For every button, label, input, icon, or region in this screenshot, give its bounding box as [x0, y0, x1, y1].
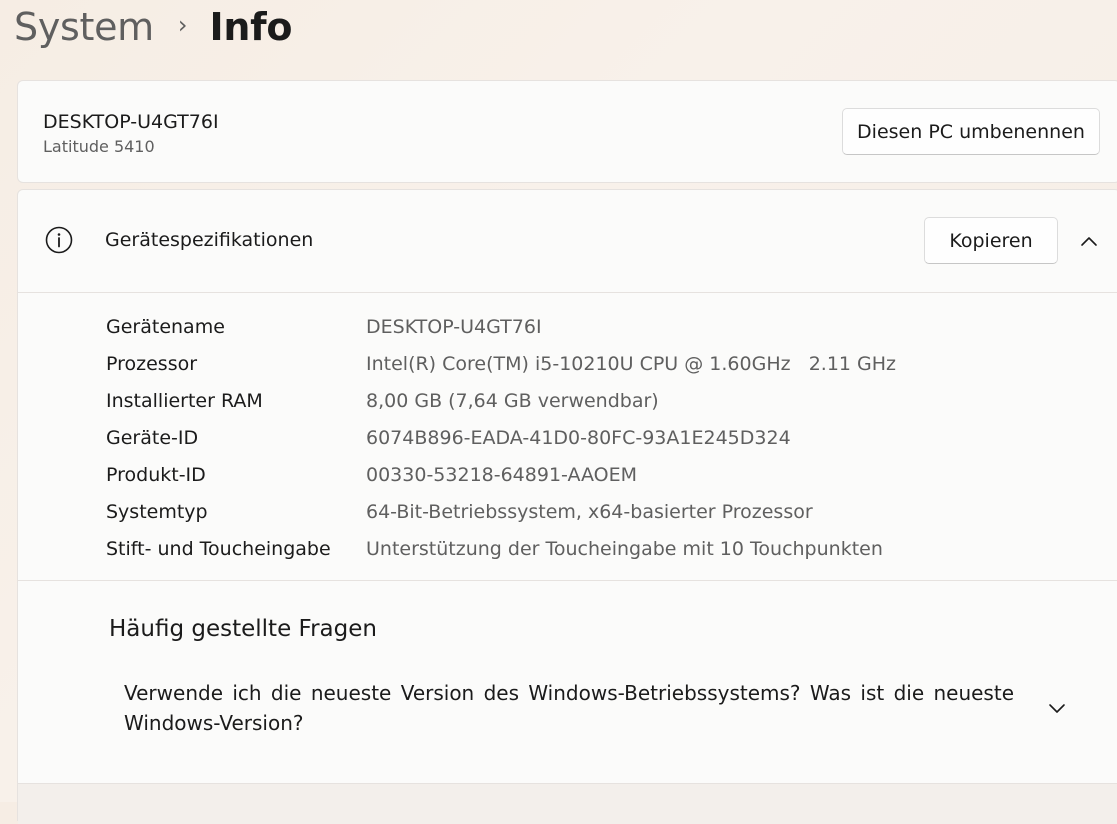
page-title: Info	[209, 5, 293, 49]
pc-name-card: DESKTOP-U4GT76I Latitude 5410 Diesen PC …	[17, 80, 1117, 183]
spec-value: Unterstützung der Toucheingabe mit 10 To…	[366, 537, 883, 560]
spec-label: Stift- und Toucheingabe	[106, 537, 331, 560]
device-specs-header[interactable]: Gerätespezifikationen Kopieren	[18, 190, 1117, 293]
spec-value: Intel(R) Core(TM) i5-10210U CPU @ 1.60GH…	[366, 352, 897, 375]
spec-value: DESKTOP-U4GT76I	[366, 315, 542, 338]
breadcrumb-system-link[interactable]: System	[14, 5, 154, 49]
divider	[18, 580, 1117, 581]
pc-name: DESKTOP-U4GT76I	[43, 111, 219, 133]
breadcrumb: System › Info	[14, 2, 292, 52]
spec-value: 00330-53218-64891-AAOEM	[366, 463, 638, 486]
spec-label: Gerätename	[106, 315, 225, 338]
chevron-right-icon: ›	[177, 11, 188, 39]
faq-title: Häufig gestellte Fragen	[109, 616, 377, 642]
device-specs-title: Gerätespezifikationen	[105, 229, 314, 251]
spec-row-product-id: Produkt-ID 00330-53218-64891-AAOEM	[106, 456, 1117, 493]
spec-row-device-id: Geräte-ID 6074B896-EADA-41D0-80FC-93A1E2…	[106, 419, 1117, 456]
spec-value: 6074B896-EADA-41D0-80FC-93A1E245D324	[366, 426, 791, 449]
spec-list: Gerätename DESKTOP-U4GT76I Prozessor Int…	[106, 308, 1117, 567]
spec-label: Systemtyp	[106, 500, 208, 523]
spec-row-device-name: Gerätename DESKTOP-U4GT76I	[106, 308, 1117, 345]
spec-label: Prozessor	[106, 352, 198, 375]
chevron-up-icon[interactable]	[1078, 230, 1100, 252]
copy-button[interactable]: Kopieren	[924, 217, 1058, 264]
next-section	[18, 784, 1117, 824]
rename-pc-button[interactable]: Diesen PC umbenennen	[842, 108, 1100, 155]
spec-value: 64-Bit-Betriebssystem, x64-basierter Pro…	[366, 500, 813, 523]
chevron-down-icon[interactable]	[1046, 697, 1068, 719]
spec-value: 8,00 GB (7,64 GB verwendbar)	[366, 389, 659, 412]
spec-row-system-type: Systemtyp 64-Bit-Betriebssystem, x64-bas…	[106, 493, 1117, 530]
spec-row-pen-touch: Stift- und Toucheingabe Unterstützung de…	[106, 530, 1117, 567]
spec-label: Installierter RAM	[106, 389, 263, 412]
pc-model: Latitude 5410	[43, 137, 155, 156]
spec-row-processor: Prozessor Intel(R) Core(TM) i5-10210U CP…	[106, 345, 1117, 382]
info-icon	[45, 226, 73, 254]
spec-row-ram: Installierter RAM 8,00 GB (7,64 GB verwe…	[106, 382, 1117, 419]
device-specs-card: Gerätespezifikationen Kopieren Gerätenam…	[17, 189, 1117, 824]
spec-label: Produkt-ID	[106, 463, 206, 486]
faq-question[interactable]: Verwende ich die neueste Version des Win…	[124, 678, 1014, 738]
spec-label: Geräte-ID	[106, 426, 199, 449]
